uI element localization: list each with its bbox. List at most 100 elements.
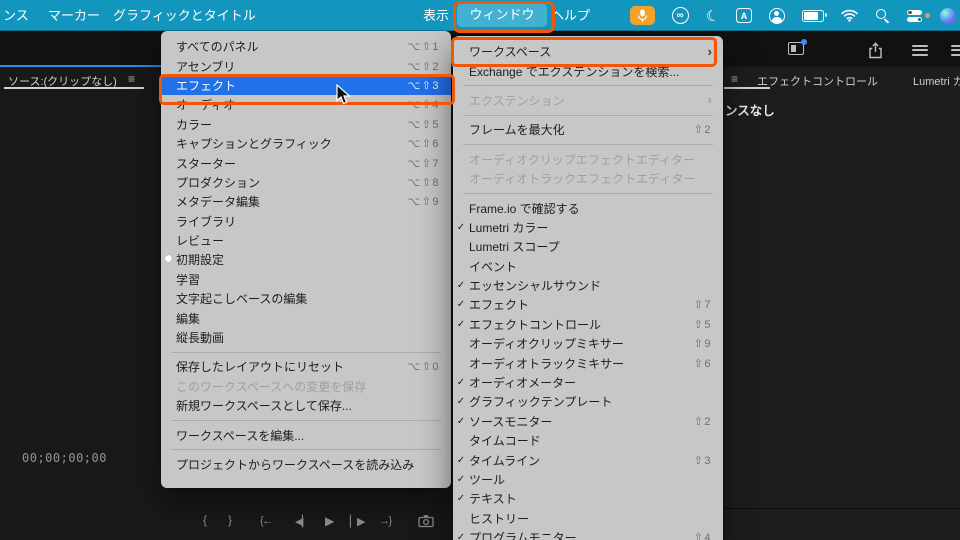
workspace-menu-icon[interactable] (912, 42, 928, 58)
menu-item-lumetri-scopes[interactable]: Lumetri スコープ (453, 237, 723, 256)
go-to-out-button[interactable]: →} (379, 514, 392, 528)
menu-item-graphic-templates[interactable]: ✓ グラフィックテンプレート (453, 392, 723, 411)
tab-lumetri-clipped[interactable]: Lumetri カ (913, 73, 960, 89)
submenu-chevron-icon: › (707, 92, 712, 108)
moon-focus-icon[interactable]: ☾ (704, 5, 721, 25)
menu-item-label: テキスト (469, 492, 517, 507)
menu-item-label: エフェクト (176, 78, 237, 93)
checkmark-icon: ✓ (456, 454, 466, 466)
menu-item-label: 新規ワークスペースとして保存... (176, 399, 352, 414)
menu-item-shortcut: ⌥⇧1 (407, 41, 440, 54)
menu-item-libraries[interactable]: ライブラリ (161, 212, 451, 231)
menu-item-import-workspace[interactable]: プロジェクトからワークスペースを読み込み (161, 455, 451, 474)
menu-item-save-as-new[interactable]: 新規ワークスペースとして保存... (161, 396, 451, 415)
menu-item-default-workspace[interactable]: 初期設定 (161, 250, 451, 269)
selected-workspace-dot-icon (161, 254, 176, 265)
menubar-item-window[interactable]: ウィンドウ (457, 3, 547, 27)
menu-item-audio-track-mixer[interactable]: オーディオトラックミキサー ⇧6 (453, 353, 723, 372)
menu-item-captions-graphics[interactable]: キャプションとグラフィック ⌥⇧6 (161, 134, 451, 153)
menu-item-label: レビュー (176, 234, 225, 249)
user-account-icon[interactable] (769, 7, 785, 24)
menu-item-effects-workspace[interactable]: エフェクト ⌥⇧3 (161, 75, 451, 96)
menu-item-extensions[interactable]: エクステンション › (453, 91, 723, 110)
menubar-item-view[interactable]: 表示 (423, 0, 449, 31)
menubar-item-sequence-partial[interactable]: ンス (3, 0, 29, 31)
battery-icon[interactable] (802, 9, 827, 22)
menu-item-label: 縦長動画 (176, 331, 225, 346)
menubar-item-help[interactable]: ヘルプ (551, 0, 590, 31)
menu-item-maximize-frame[interactable]: フレームを最大化 ⇧2 (453, 120, 723, 139)
menu-item-review[interactable]: レビュー (161, 231, 451, 250)
menu-item-editing[interactable]: 編集 (161, 308, 451, 327)
source-timecode[interactable]: 00;00;00;00 (22, 451, 107, 465)
menubar-item-graphics-titles[interactable]: グラフィックとタイトル (113, 0, 256, 31)
menu-item-frameio[interactable]: Frame.io で確認する (453, 198, 723, 217)
checkmark-icon: ✓ (456, 396, 466, 408)
menu-item-label: タイムライン (469, 453, 541, 468)
menu-item-label: エフェクトコントロール (469, 317, 602, 332)
wifi-icon[interactable] (841, 9, 858, 22)
panel-menu-icon[interactable]: ≡ (128, 72, 135, 86)
menu-item-assembly[interactable]: アセンブリ ⌥⇧2 (161, 56, 451, 75)
menu-item-label: カラー (176, 117, 213, 132)
menu-item-tools[interactable]: ✓ ツール (453, 470, 723, 489)
spotlight-search-icon[interactable] (875, 8, 890, 24)
panel-menu-icon[interactable]: ≡ (731, 72, 738, 86)
menu-item-label: ワークスペースを編集... (176, 428, 305, 443)
siri-icon[interactable] (940, 7, 956, 24)
menu-item-shortcut: ⇧2 (693, 124, 712, 137)
menu-item-shortcut: ⇧7 (693, 299, 712, 312)
menu-item-lumetri-color[interactable]: ✓ Lumetri カラー (453, 218, 723, 237)
menu-item-starter[interactable]: スターター ⌥⇧7 (161, 153, 451, 172)
mark-out-button[interactable]: } (228, 513, 232, 527)
submenu-chevron-icon: › (707, 43, 712, 59)
menu-item-exchange-search[interactable]: Exchange でエクステンションを検索... (453, 61, 723, 80)
menu-item-all-panels[interactable]: すべてのパネル ⌥⇧1 (161, 37, 451, 56)
share-export-icon[interactable] (868, 42, 883, 64)
menu-item-metadata-edit[interactable]: メタデータ編集 ⌥⇧9 (161, 192, 451, 211)
input-source-icon[interactable]: A (736, 8, 752, 23)
menu-item-learning[interactable]: 学習 (161, 270, 451, 289)
menu-item-color-workspace[interactable]: カラー ⌥⇧5 (161, 115, 451, 134)
menu-item-label: オーディオクリップエフェクトエディター (469, 152, 696, 167)
menu-item-edit-workspaces[interactable]: ワークスペースを編集... (161, 425, 451, 444)
menu-item-timecode[interactable]: タイムコード (453, 431, 723, 450)
menu-item-events[interactable]: イベント (453, 257, 723, 276)
menu-separator (463, 144, 713, 146)
menu-item-effect-controls[interactable]: ✓ エフェクトコントロール ⇧5 (453, 315, 723, 334)
panel-options-partial-icon[interactable] (951, 42, 960, 58)
menu-item-source-monitor[interactable]: ✓ ソースモニター ⇧2 (453, 412, 723, 431)
go-to-in-button[interactable]: {← (260, 514, 273, 528)
tab-effect-controls[interactable]: エフェクトコントロール (757, 73, 878, 89)
menu-item-essential-sound[interactable]: ✓ エッセンシャルサウンド (453, 276, 723, 295)
menu-item-text[interactable]: ✓ テキスト (453, 489, 723, 508)
menu-item-workspace[interactable]: ワークスペース › (453, 42, 723, 61)
menu-item-timeline[interactable]: ✓ タイムライン ⇧3 (453, 450, 723, 469)
menu-item-audio-track-effect-editor[interactable]: オーディオトラックエフェクトエディター (453, 169, 723, 188)
menu-item-shortcut: ⌥⇧8 (407, 176, 440, 189)
menu-item-label: キャプションとグラフィック (176, 137, 332, 152)
export-frame-button[interactable] (418, 514, 435, 531)
menu-item-audio-clip-mixer[interactable]: オーディオクリップミキサー ⇧9 (453, 334, 723, 353)
menu-item-vertical-video[interactable]: 縦長動画 (161, 328, 451, 347)
menu-item-reset-layout[interactable]: 保存したレイアウトにリセット ⌥⇧0 (161, 357, 451, 376)
microphone-active-icon[interactable] (629, 6, 655, 25)
step-forward-button[interactable]: ▏▶ (350, 515, 365, 529)
workspace-overlay-icon[interactable] (788, 39, 807, 55)
menu-item-audio-clip-effect-editor[interactable]: オーディオクリップエフェクトエディター (453, 150, 723, 169)
control-center-icon[interactable] (907, 9, 930, 23)
menu-item-transcript-based-editing[interactable]: 文字起こしベースの編集 (161, 289, 451, 308)
menu-item-audio-workspace[interactable]: オーディオ ⌥⇧4 (161, 95, 451, 114)
menubar-item-marker[interactable]: マーカー (48, 0, 100, 31)
menu-item-history[interactable]: ヒストリー (453, 509, 723, 528)
menu-item-production[interactable]: プロダクション ⌥⇧8 (161, 173, 451, 192)
creative-cloud-icon[interactable]: ∞ (671, 7, 689, 24)
step-back-button[interactable]: ◀▏ (295, 515, 310, 529)
menu-item-effects[interactable]: ✓ エフェクト ⇧7 (453, 295, 723, 314)
mark-in-button[interactable]: { (203, 513, 207, 527)
play-button[interactable]: ▶ (325, 514, 334, 528)
menu-item-audio-meters[interactable]: ✓ オーディオメーター (453, 373, 723, 392)
menu-item-label: エフェクト (469, 298, 530, 313)
menu-item-save-changes[interactable]: このワークスペースへの変更を保存 (161, 377, 451, 396)
menu-item-program-monitor[interactable]: ✓ プログラムモニター ⇧4 (453, 528, 723, 540)
